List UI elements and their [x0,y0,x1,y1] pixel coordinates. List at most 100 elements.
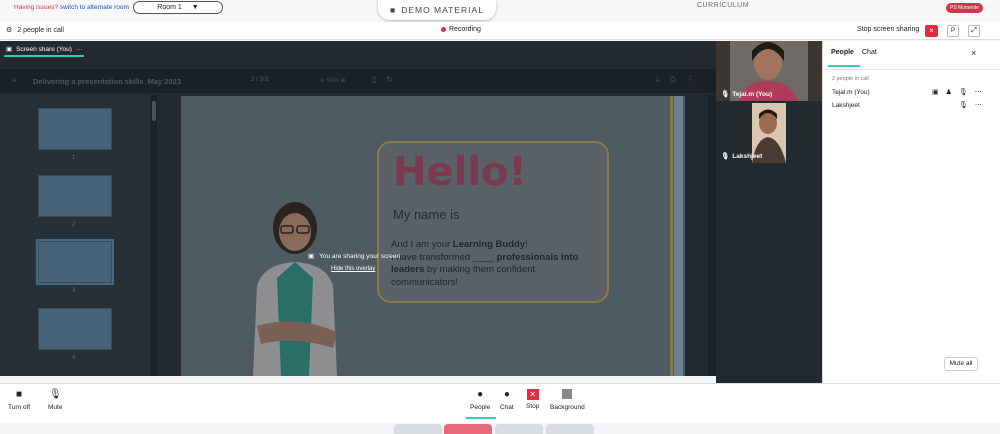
video-label: 🎙 Tejal.m (You) [721,90,772,99]
mic-icon[interactable]: 🎙 [959,101,968,109]
alternate-room-link[interactable]: switch to alternate room [60,4,129,11]
slide-text-fragment: And I am your [391,239,453,250]
host-icon: ♟ [945,89,952,96]
gear-icon[interactable]: ⚙ [6,26,12,34]
stop-sharing-label: Stop screen sharing [857,26,920,33]
thumbnail-number: 2 [72,222,76,228]
people-count: ⚙ 2 people in call [6,26,64,35]
thumbnail-number: 4 [72,355,76,361]
video-tile-lakshjeet[interactable]: 🎙 Lakshjeet [716,103,822,163]
close-icon[interactable]: × [971,48,976,58]
slide-canvas: Hello! My name is And I am your Learning… [181,96,685,376]
page-total: / 101 [256,77,270,83]
member-actions: 🎙 ⋯ [959,101,982,109]
screen-share-label: Screen share (You) [16,45,72,53]
slide-text-fragment: I have transformed ____ [391,251,497,263]
tab-chat[interactable]: Chat [862,49,877,56]
pdf-scrollbar[interactable] [708,95,716,376]
demo-material-label: DEMO MATERIAL [401,5,484,15]
screen-share-icon: ▣ [308,253,315,260]
video-tile-tejal[interactable]: 🎙 Tejal.m (You) [716,41,822,101]
mute-all-button[interactable]: Mute all [944,357,978,371]
slide-body-text: And I am your Learning Buddy! I have tra… [391,239,601,289]
mic-icon: 🎙 [721,91,730,98]
curriculum-link[interactable]: CURRICULUM [697,2,749,9]
folder-icon: ■ [390,5,397,15]
tab-people[interactable]: People [831,49,854,56]
camera-label: Turn off [8,404,31,411]
screen-share-area: ▣ Screen share (You) ··· ≡ Delivering a … [0,41,716,376]
thumbnail-3[interactable] [36,239,114,285]
panel-people-count: 2 people in call [832,76,869,82]
screen-share-tab[interactable]: ▣ Screen share (You) ··· [6,45,83,54]
pdf-title: Delivering a presentation skills_May 202… [33,77,181,86]
rotate-icon[interactable]: ↻ [386,75,393,84]
p-button[interactable]: P [947,25,959,37]
mute-label: Mute [48,404,63,411]
menu-icon[interactable]: ≡ [12,76,17,85]
divider [823,69,1000,70]
people-active-underline [466,417,496,419]
dock-tab[interactable] [394,424,442,434]
more-icon[interactable]: ⋯ [975,101,982,109]
sharing-message: You are sharing your screen [319,252,401,260]
slide-text-bold: professionals into [496,251,579,263]
video-strip: 🎙 Tejal.m (You) 🎙 Lakshjeet [716,41,822,383]
thumbnail-1[interactable] [38,108,112,150]
pdf-tools: ▯ ↻ [372,75,393,84]
stop-button[interactable]: ✕ Stop [526,389,539,410]
camera-icon: ■ [16,389,23,400]
more-vertical-icon[interactable]: ⋮ [686,75,694,85]
user-badge[interactable]: PS Momente [946,3,983,13]
zoom-indicator: ⊖ 50% ⊕ [320,77,345,84]
background-icon [562,389,573,401]
room-selector[interactable]: Room 1 ▼ [133,1,223,14]
bottom-controls: ■ Turn off 🎙 Mute ● People ● Chat ✕ Stop… [0,383,1000,423]
top-bar: Having issues? switch to alternate room … [0,0,1000,20]
expand-button[interactable]: ⤢ [968,25,980,37]
mute-button[interactable]: 🎙 Mute [48,389,62,411]
download-icon[interactable]: ⤓ [656,75,660,85]
camera-button[interactable]: ■ Turn off [8,389,30,411]
chat-button[interactable]: ● Chat [500,389,514,411]
person-icon: ● [477,389,484,400]
background-button[interactable]: Background [550,389,585,411]
zoom-in-icon[interactable]: ⊕ [340,78,345,84]
people-panel: People Chat × 2 people in call Tejal.m (… [822,41,1000,383]
people-button[interactable]: ● People [470,389,490,411]
zoom-out-icon[interactable]: ⊖ [320,78,325,84]
zoom-value[interactable]: 50% [327,78,339,84]
recording-label: Recording [449,26,481,33]
slide-accent-bar [674,96,683,376]
thumbnail-number: 3 [72,288,76,294]
member-actions: ▣ ♟ 🎙 ⋯ [932,88,982,96]
mic-icon[interactable]: 🎙 [959,88,968,96]
thumbnail-2[interactable] [38,175,112,217]
slide-accent-bar [670,96,673,376]
background-label: Background [550,404,585,411]
member-name: Lakshjeet [832,102,860,109]
hide-overlay-link[interactable]: Hide this overlay [331,266,375,272]
presenter-illustration [253,202,337,376]
page-indicator: 3 / 101 [251,77,269,83]
issue-text: Having issues? [14,4,59,11]
room-label: Room 1 [157,4,182,11]
chat-icon: ● [503,389,510,400]
caret-down-icon: ▼ [191,4,199,11]
more-icon[interactable]: ··· [76,46,83,53]
dock-tab[interactable] [546,424,594,434]
pdf-actions: ⤓ ⎙ ⋮ [656,75,694,85]
more-icon[interactable]: ⋯ [975,88,982,96]
dock-tab-active[interactable] [444,424,492,434]
thumbnail-scrollbar[interactable] [151,95,157,376]
demo-material-button[interactable]: ■ DEMO MATERIAL [378,0,496,20]
thumbnail-4[interactable] [38,308,112,350]
print-icon[interactable]: ⎙ [670,75,676,85]
dock-tab[interactable] [495,424,543,434]
record-dot-icon [441,27,446,32]
stop-sharing-button[interactable]: × [925,25,938,37]
page-current[interactable]: 3 [251,77,254,83]
screen-icon: ▣ [6,46,13,53]
fit-page-icon[interactable]: ▯ [372,75,376,84]
people-label: People [470,404,491,411]
